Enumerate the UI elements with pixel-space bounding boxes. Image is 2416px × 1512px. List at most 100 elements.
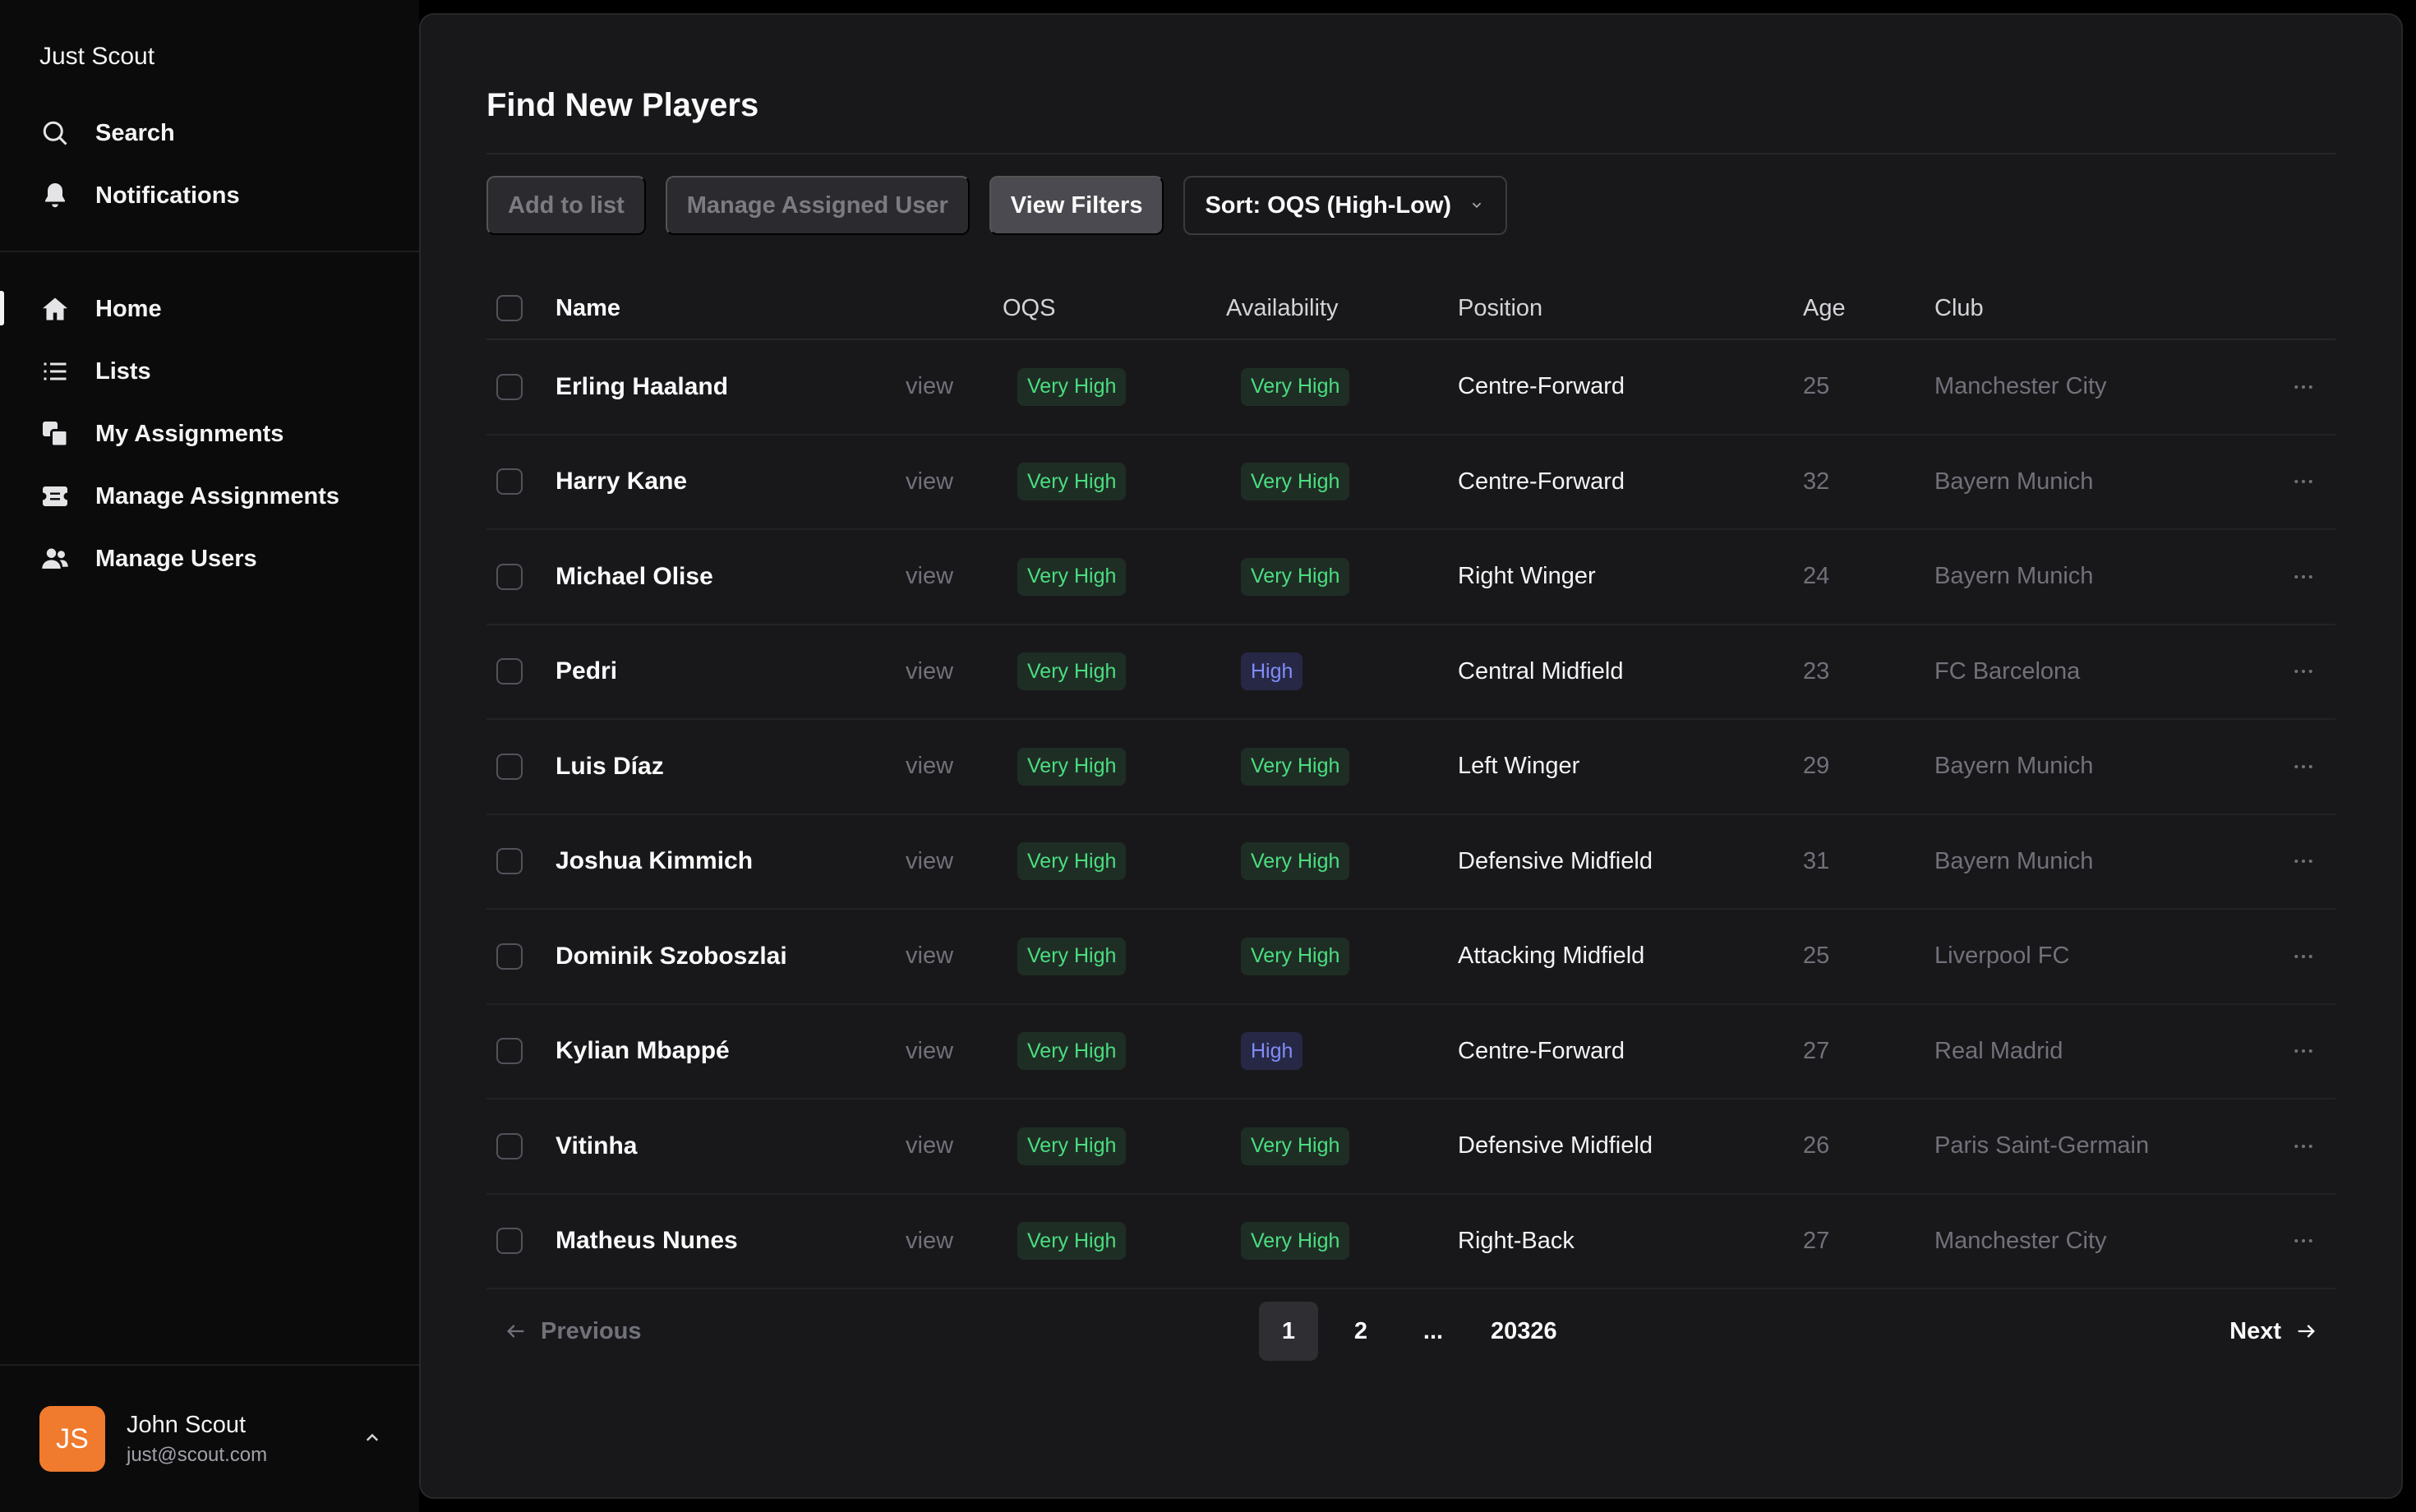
row-checkbox[interactable] xyxy=(496,848,523,875)
table-row[interactable]: Vitinha view Very High Very High Defensive M… xyxy=(486,1099,2335,1195)
table-row[interactable]: Harry Kane view Very High Very High Centre-F… xyxy=(486,436,2335,530)
more-horizontal-icon[interactable] xyxy=(2291,659,2316,684)
sort-dropdown[interactable]: Sort: OQS (High-Low) xyxy=(1183,176,1508,235)
add-to-list-button[interactable]: Add to list xyxy=(486,176,646,235)
age-text: 27 xyxy=(1803,1227,1830,1254)
age-text: 23 xyxy=(1803,657,1830,685)
header-name[interactable]: Name xyxy=(556,278,620,339)
nav-manage-assignments[interactable]: Manage Assignments xyxy=(39,473,339,519)
view-link[interactable]: view xyxy=(906,1038,953,1065)
row-checkbox[interactable] xyxy=(496,1228,523,1255)
row-checkbox[interactable] xyxy=(496,1038,523,1065)
header-availability[interactable]: Availability xyxy=(1226,278,1338,339)
view-link[interactable]: view xyxy=(906,373,953,400)
user-menu[interactable]: JS John Scout just@scout.com xyxy=(39,1405,385,1473)
nav-search[interactable]: Search xyxy=(39,110,175,156)
more-horizontal-icon[interactable] xyxy=(2291,469,2316,494)
club-cell: Bayern Munich xyxy=(1934,720,2093,814)
header-oqs[interactable]: OQS xyxy=(1003,278,1055,339)
table-row[interactable]: Pedri view Very High High Central Midfield 23… xyxy=(486,625,2335,720)
more-horizontal-icon[interactable] xyxy=(2291,1134,2316,1159)
next-page-button[interactable]: Next xyxy=(2229,1302,2317,1361)
more-horizontal-icon[interactable] xyxy=(2291,1228,2316,1253)
position-text: Defensive Midfield xyxy=(1458,1132,1653,1159)
row-checkbox[interactable] xyxy=(496,1132,523,1159)
position-cell: Left Winger xyxy=(1458,720,1579,814)
position-text: Central Midfield xyxy=(1458,657,1624,685)
row-checkbox[interactable] xyxy=(496,563,523,590)
previous-label: Previous xyxy=(541,1317,642,1344)
player-name[interactable]: Matheus Nunes xyxy=(556,1227,738,1255)
row-checkbox[interactable] xyxy=(496,943,523,970)
oqs-badge: Very High xyxy=(1017,463,1127,501)
chevron-down-icon xyxy=(1472,202,1482,209)
player-name[interactable]: Dominik Szoboszlai xyxy=(556,943,787,970)
manage-assigned-user-button[interactable]: Manage Assigned User xyxy=(665,176,970,235)
previous-page-button[interactable]: Previous xyxy=(505,1302,642,1361)
more-horizontal-icon[interactable] xyxy=(2291,944,2316,969)
row-checkbox[interactable] xyxy=(496,373,523,400)
table-row[interactable]: Luis Díaz view Very High Very High Left Wing… xyxy=(486,720,2335,815)
view-link[interactable]: view xyxy=(906,468,953,496)
page-number-button[interactable]: 20326 xyxy=(1476,1302,1572,1361)
table-row[interactable]: Dominik Szoboszlai view Very High Very High… xyxy=(486,910,2335,1005)
player-name[interactable]: Michael Olise xyxy=(556,563,713,591)
row-actions-cell xyxy=(2291,1195,2316,1288)
more-horizontal-icon[interactable] xyxy=(2291,849,2316,874)
nav-my-assignments[interactable]: My Assignments xyxy=(39,411,284,457)
row-checkbox[interactable] xyxy=(496,468,523,496)
nav-lists[interactable]: Lists xyxy=(39,348,151,394)
page-number-button[interactable]: 2 xyxy=(1331,1302,1390,1361)
more-horizontal-icon[interactable] xyxy=(2291,1039,2316,1063)
table-row[interactable]: Michael Olise view Very High Very High Right… xyxy=(486,530,2335,625)
row-actions-cell xyxy=(2291,910,2316,1003)
view-cell: view xyxy=(906,1005,953,1099)
table-row[interactable]: Kylian Mbappé view Very High High Centre-For… xyxy=(486,1005,2335,1099)
player-name[interactable]: Pedri xyxy=(556,657,617,685)
view-link[interactable]: view xyxy=(906,943,953,970)
row-checkbox[interactable] xyxy=(496,753,523,780)
view-link[interactable]: view xyxy=(906,658,953,685)
oqs-cell: Very High xyxy=(1017,340,1127,434)
table-row[interactable]: Matheus Nunes view Very High Very High Right… xyxy=(486,1195,2335,1289)
position-cell: Defensive Midfield xyxy=(1458,1099,1653,1193)
nav-notifications[interactable]: Notifications xyxy=(39,173,240,219)
more-horizontal-icon[interactable] xyxy=(2291,754,2316,779)
view-link[interactable]: view xyxy=(906,1132,953,1159)
club-text: Bayern Munich xyxy=(1934,563,2094,590)
player-name[interactable]: Vitinha xyxy=(556,1132,637,1160)
nav-home[interactable]: Home xyxy=(39,286,162,332)
page-number-button[interactable]: 1 xyxy=(1259,1302,1318,1361)
position-cell: Defensive Midfield xyxy=(1458,815,1653,909)
oqs-cell: Very High xyxy=(1017,625,1127,719)
select-all-checkbox[interactable] xyxy=(496,295,523,321)
player-name[interactable]: Joshua Kimmich xyxy=(556,847,753,875)
table-row[interactable]: Joshua Kimmich view Very High Very High Defe… xyxy=(486,815,2335,910)
view-link[interactable]: view xyxy=(906,563,953,590)
page-title: Find New Players xyxy=(486,87,759,123)
avatar: JS xyxy=(39,1406,105,1472)
list-icon xyxy=(39,356,71,387)
view-link[interactable]: view xyxy=(906,753,953,780)
position-cell: Central Midfield xyxy=(1458,625,1623,719)
availability-cell: Very High xyxy=(1241,910,1350,1003)
age-cell: 32 xyxy=(1803,436,1829,529)
oqs-cell: Very High xyxy=(1017,1099,1127,1193)
more-horizontal-icon[interactable] xyxy=(2291,375,2316,399)
player-name[interactable]: Harry Kane xyxy=(556,468,687,496)
row-checkbox[interactable] xyxy=(496,658,523,685)
player-name[interactable]: Luis Díaz xyxy=(556,753,664,781)
view-link[interactable]: view xyxy=(906,1228,953,1255)
oqs-cell: Very High xyxy=(1017,815,1127,909)
player-name[interactable]: Kylian Mbappé xyxy=(556,1037,730,1065)
more-horizontal-icon[interactable] xyxy=(2291,565,2316,589)
player-name[interactable]: Erling Haaland xyxy=(556,373,728,401)
arrow-left-icon xyxy=(507,1325,524,1338)
view-link[interactable]: view xyxy=(906,848,953,875)
header-club[interactable]: Club xyxy=(1934,278,1984,339)
view-filters-button[interactable]: View Filters xyxy=(989,176,1164,235)
table-row[interactable]: Erling Haaland view Very High Very High Cent… xyxy=(486,340,2335,436)
nav-manage-users[interactable]: Manage Users xyxy=(39,536,257,582)
header-age[interactable]: Age xyxy=(1803,278,1846,339)
header-position[interactable]: Position xyxy=(1458,278,1542,339)
